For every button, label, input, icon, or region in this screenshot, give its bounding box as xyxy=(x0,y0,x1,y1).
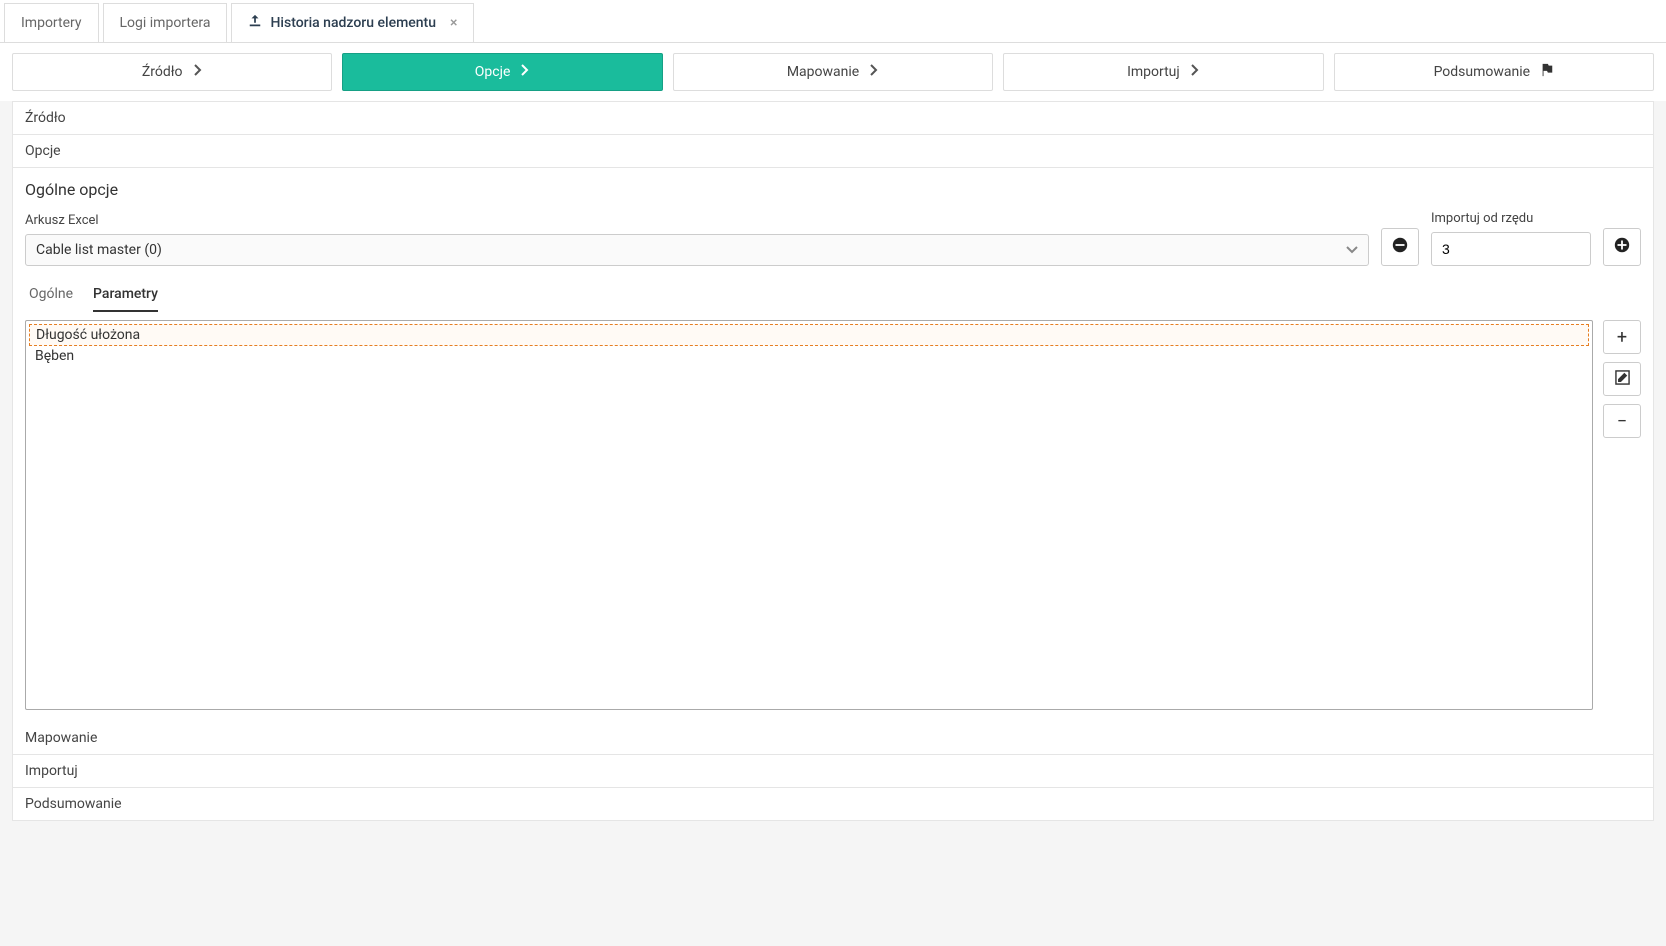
top-tabs: Importery Logi importera Historia nadzor… xyxy=(0,0,1666,43)
section-header: Podsumowanie xyxy=(25,796,1641,812)
section-zrodlo[interactable]: Źródło xyxy=(12,101,1654,134)
chevron-right-icon xyxy=(193,64,203,80)
section-header: Mapowanie xyxy=(25,730,1641,746)
panel-opcje: Ogólne opcje Arkusz Excel Cable list mas… xyxy=(12,167,1654,722)
sub-tabs: Ogólne Parametry xyxy=(25,278,1641,312)
add-item-button[interactable]: + xyxy=(1603,320,1641,354)
tab-label: Logi importera xyxy=(120,15,211,31)
list-item[interactable]: Długość ułożona xyxy=(29,324,1589,346)
chevron-right-icon xyxy=(520,64,530,80)
close-icon[interactable]: × xyxy=(450,15,457,31)
tab-importery[interactable]: Importery xyxy=(4,3,99,42)
subtab-ogolne[interactable]: Ogólne xyxy=(29,278,73,312)
chevron-down-icon xyxy=(1346,242,1358,258)
section-header: Importuj xyxy=(25,763,1641,779)
tab-logi-importera[interactable]: Logi importera xyxy=(103,3,228,42)
edit-item-button[interactable] xyxy=(1603,362,1641,396)
step-label: Opcje xyxy=(475,64,511,80)
step-mapowanie[interactable]: Mapowanie xyxy=(673,53,993,91)
dropdown-value: Cable list master (0) xyxy=(36,242,162,258)
step-zrodlo[interactable]: Źródło xyxy=(12,53,332,91)
wizard-steps: Źródło Opcje Mapowanie Importuj Podsumow… xyxy=(0,43,1666,101)
excel-sheet-dropdown[interactable]: Cable list master (0) xyxy=(25,234,1369,266)
plus-circle-icon xyxy=(1613,236,1631,258)
section-mapowanie[interactable]: Mapowanie xyxy=(12,722,1654,754)
step-podsumowanie[interactable]: Podsumowanie xyxy=(1334,53,1654,91)
minus-icon: − xyxy=(1617,411,1627,432)
step-opcje[interactable]: Opcje xyxy=(342,53,662,91)
plus-icon: + xyxy=(1617,327,1627,348)
section-opcje-header[interactable]: Opcje xyxy=(12,134,1654,167)
tab-label: Importery xyxy=(21,15,82,31)
section-header: Źródło xyxy=(25,110,1641,126)
step-label: Podsumowanie xyxy=(1434,64,1531,80)
panel-title: Ogólne opcje xyxy=(25,180,1641,199)
step-label: Importuj xyxy=(1127,64,1180,80)
upload-icon xyxy=(248,14,262,32)
subtab-parametry[interactable]: Parametry xyxy=(93,278,158,312)
remove-item-button[interactable]: − xyxy=(1603,404,1641,438)
section-header: Opcje xyxy=(25,143,1641,159)
section-podsumowanie[interactable]: Podsumowanie xyxy=(12,787,1654,821)
row-label: Importuj od rzędu xyxy=(1431,211,1591,226)
excel-label: Arkusz Excel xyxy=(25,213,1369,228)
section-importuj[interactable]: Importuj xyxy=(12,754,1654,787)
minus-circle-icon xyxy=(1391,236,1409,258)
increment-button[interactable] xyxy=(1603,228,1641,266)
edit-icon xyxy=(1615,369,1630,390)
chevron-right-icon xyxy=(869,64,879,80)
import-from-row-input[interactable] xyxy=(1431,232,1591,266)
chevron-right-icon xyxy=(1190,64,1200,80)
decrement-button[interactable] xyxy=(1381,228,1419,266)
tab-label: Historia nadzoru elementu xyxy=(270,15,436,31)
tab-historia-nadzoru[interactable]: Historia nadzoru elementu × xyxy=(231,3,474,42)
flag-icon xyxy=(1540,63,1554,81)
parametry-listbox[interactable]: Długość ułożona Bęben xyxy=(25,320,1593,710)
step-importuj[interactable]: Importuj xyxy=(1003,53,1323,91)
step-label: Źródło xyxy=(142,64,183,80)
step-label: Mapowanie xyxy=(787,64,859,80)
list-item[interactable]: Bęben xyxy=(29,346,1589,366)
